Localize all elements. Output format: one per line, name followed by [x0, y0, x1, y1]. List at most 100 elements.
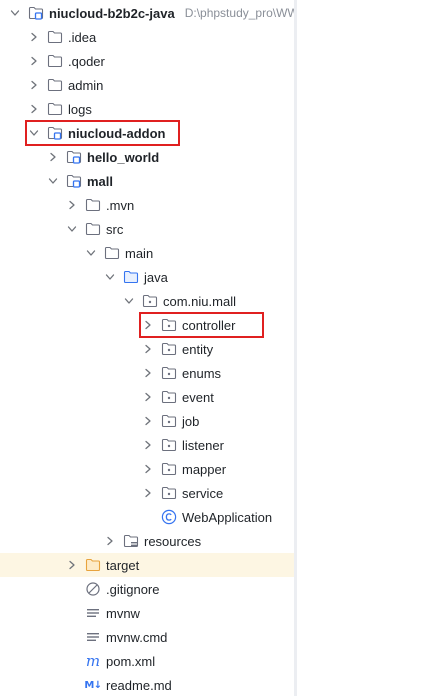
tree-item-label: event: [182, 389, 214, 405]
package-icon: [161, 317, 177, 333]
package-icon: [161, 341, 177, 357]
folder-icon: [85, 197, 101, 213]
tree-row[interactable]: logs: [0, 97, 294, 121]
tree-row[interactable]: job: [0, 409, 294, 433]
tree-row[interactable]: event: [0, 385, 294, 409]
module-folder-icon: [66, 149, 82, 165]
package-icon: [161, 437, 177, 453]
tree-item-label: hello_world: [87, 149, 160, 165]
chevron-down-icon[interactable]: [84, 241, 98, 265]
tree-row[interactable]: .idea: [0, 25, 294, 49]
tree-item-label: niucloud-b2b2c-java: [49, 5, 175, 21]
markdown-icon-glyph: M↓: [84, 679, 102, 691]
chevron-down-icon[interactable]: [65, 217, 79, 241]
tree-row[interactable]: m pom.xml: [0, 649, 294, 673]
chevron-right-icon[interactable]: [141, 433, 155, 457]
tree-row[interactable]: mvnw.cmd: [0, 625, 294, 649]
tree-item-label: .idea: [68, 29, 97, 45]
tree-item-label: com.niu.mall: [163, 293, 236, 309]
tree-item-label: src: [106, 221, 124, 237]
tree-item-label: listener: [182, 437, 224, 453]
tree-row[interactable]: entity: [0, 337, 294, 361]
chevron-down-icon[interactable]: [122, 289, 136, 313]
tree-row[interactable]: resources: [0, 529, 294, 553]
folder-icon: [47, 53, 63, 69]
tree-item-label: controller: [182, 317, 236, 333]
chevron-right-icon[interactable]: [27, 49, 41, 73]
chevron-right-icon[interactable]: [141, 337, 155, 361]
package-icon: [161, 461, 177, 477]
tree-item-label: .mvn: [106, 197, 135, 213]
tree-item-label: enums: [182, 365, 222, 381]
tree-item-label: pom.xml: [106, 653, 156, 669]
chevron-right-icon[interactable]: [141, 409, 155, 433]
tree-row[interactable]: admin: [0, 73, 294, 97]
chevron-down-icon[interactable]: [46, 169, 60, 193]
chevron-right-icon[interactable]: [46, 145, 60, 169]
tree-item-label: .qoder: [68, 53, 105, 69]
module-folder-icon: [66, 173, 82, 189]
chevron-right-icon[interactable]: [141, 361, 155, 385]
maven-icon: m: [85, 652, 101, 670]
tree-row[interactable]: src: [0, 217, 294, 241]
chevron-down-icon[interactable]: [103, 265, 117, 289]
tree-item-label: admin: [68, 77, 104, 93]
chevron-right-icon[interactable]: [103, 529, 117, 553]
tree-item-label: resources: [144, 533, 202, 549]
tree-row[interactable]: listener: [0, 433, 294, 457]
folder-icon: [47, 77, 63, 93]
chevron-down-icon[interactable]: [27, 121, 41, 145]
folder-icon: [85, 221, 101, 237]
tree-item-label: java: [144, 269, 168, 285]
tree-row[interactable]: target: [0, 553, 294, 577]
tree-row[interactable]: java: [0, 265, 294, 289]
chevron-right-icon[interactable]: [141, 385, 155, 409]
tree-item-label: job: [182, 413, 200, 429]
ignore-file-icon: [85, 581, 101, 597]
tree-row[interactable]: niucloud-b2b2c-java D:\phpstudy_pro\WWW: [0, 1, 294, 25]
tree-item-label: target: [106, 557, 140, 573]
tree-row[interactable]: mapper: [0, 457, 294, 481]
package-icon: [142, 293, 158, 309]
text-file-icon: [85, 605, 101, 621]
tree-row[interactable]: WebApplication: [0, 505, 294, 529]
tree-row[interactable]: .mvn: [0, 193, 294, 217]
chevron-right-icon[interactable]: [27, 73, 41, 97]
tree-row[interactable]: enums: [0, 361, 294, 385]
resources-root-icon: [123, 533, 139, 549]
tree-row[interactable]: com.niu.mall: [0, 289, 294, 313]
tree-row[interactable]: mall: [0, 169, 294, 193]
tree-row[interactable]: .qoder: [0, 49, 294, 73]
chevron-right-icon[interactable]: [27, 25, 41, 49]
tree-item-label: logs: [68, 101, 92, 117]
tree-row[interactable]: M↓ readme.md: [0, 673, 294, 696]
project-tree: niucloud-b2b2c-java D:\phpstudy_pro\WWW .i…: [0, 0, 294, 696]
package-icon: [161, 389, 177, 405]
chevron-right-icon[interactable]: [65, 553, 79, 577]
chevron-down-icon[interactable]: [8, 1, 22, 25]
tree-item-label: .gitignore: [106, 581, 160, 597]
tree-item-label: niucloud-addon: [68, 125, 166, 141]
folder-icon: [104, 245, 120, 261]
markdown-icon: M↓: [84, 677, 102, 693]
tree-item-label: main: [125, 245, 154, 261]
tree-row[interactable]: service: [0, 481, 294, 505]
tree-row[interactable]: hello_world: [0, 145, 294, 169]
tree-row[interactable]: controller: [0, 313, 294, 337]
package-icon: [161, 365, 177, 381]
tree-row[interactable]: niucloud-addon: [0, 121, 294, 145]
tree-item-label: entity: [182, 341, 214, 357]
chevron-right-icon[interactable]: [141, 457, 155, 481]
chevron-right-icon[interactable]: [27, 97, 41, 121]
package-icon: [161, 413, 177, 429]
tree-item-label: mall: [87, 173, 114, 189]
tree-item-label: service: [182, 485, 224, 501]
chevron-right-icon[interactable]: [65, 193, 79, 217]
tree-row[interactable]: main: [0, 241, 294, 265]
scrollbar-track[interactable]: [294, 0, 297, 696]
tree-row[interactable]: .gitignore: [0, 577, 294, 601]
tree-item-label: readme.md: [106, 677, 172, 693]
chevron-right-icon[interactable]: [141, 481, 155, 505]
chevron-right-icon[interactable]: [141, 313, 155, 337]
tree-row[interactable]: mvnw: [0, 601, 294, 625]
